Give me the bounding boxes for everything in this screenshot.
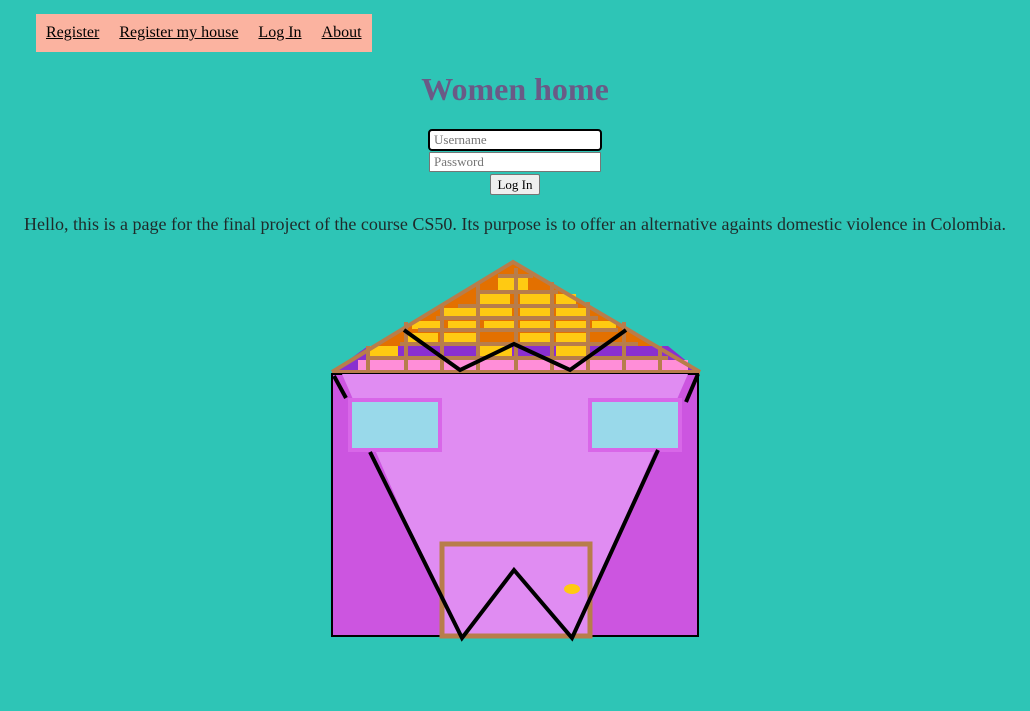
door-knob (564, 584, 580, 594)
nav-link-log-in[interactable]: Log In (258, 14, 301, 52)
nav-link-register[interactable]: Register (46, 14, 99, 52)
intro-text: Hello, this is a page for the final proj… (24, 214, 1006, 234)
password-input[interactable] (429, 152, 601, 172)
top-nav: Register Register my house Log In About (36, 14, 372, 52)
left-window (348, 398, 442, 452)
page-title: Women home (421, 71, 609, 107)
login-button[interactable]: Log In (490, 174, 540, 195)
right-window (588, 398, 682, 452)
house-door (439, 541, 593, 639)
nav-link-register-my-house[interactable]: Register my house (119, 14, 238, 52)
username-input[interactable] (428, 129, 602, 151)
house-illustration (330, 259, 702, 642)
nav-link-about[interactable]: About (322, 14, 362, 52)
house-roof (330, 259, 702, 374)
login-form: Log In (0, 129, 1030, 195)
